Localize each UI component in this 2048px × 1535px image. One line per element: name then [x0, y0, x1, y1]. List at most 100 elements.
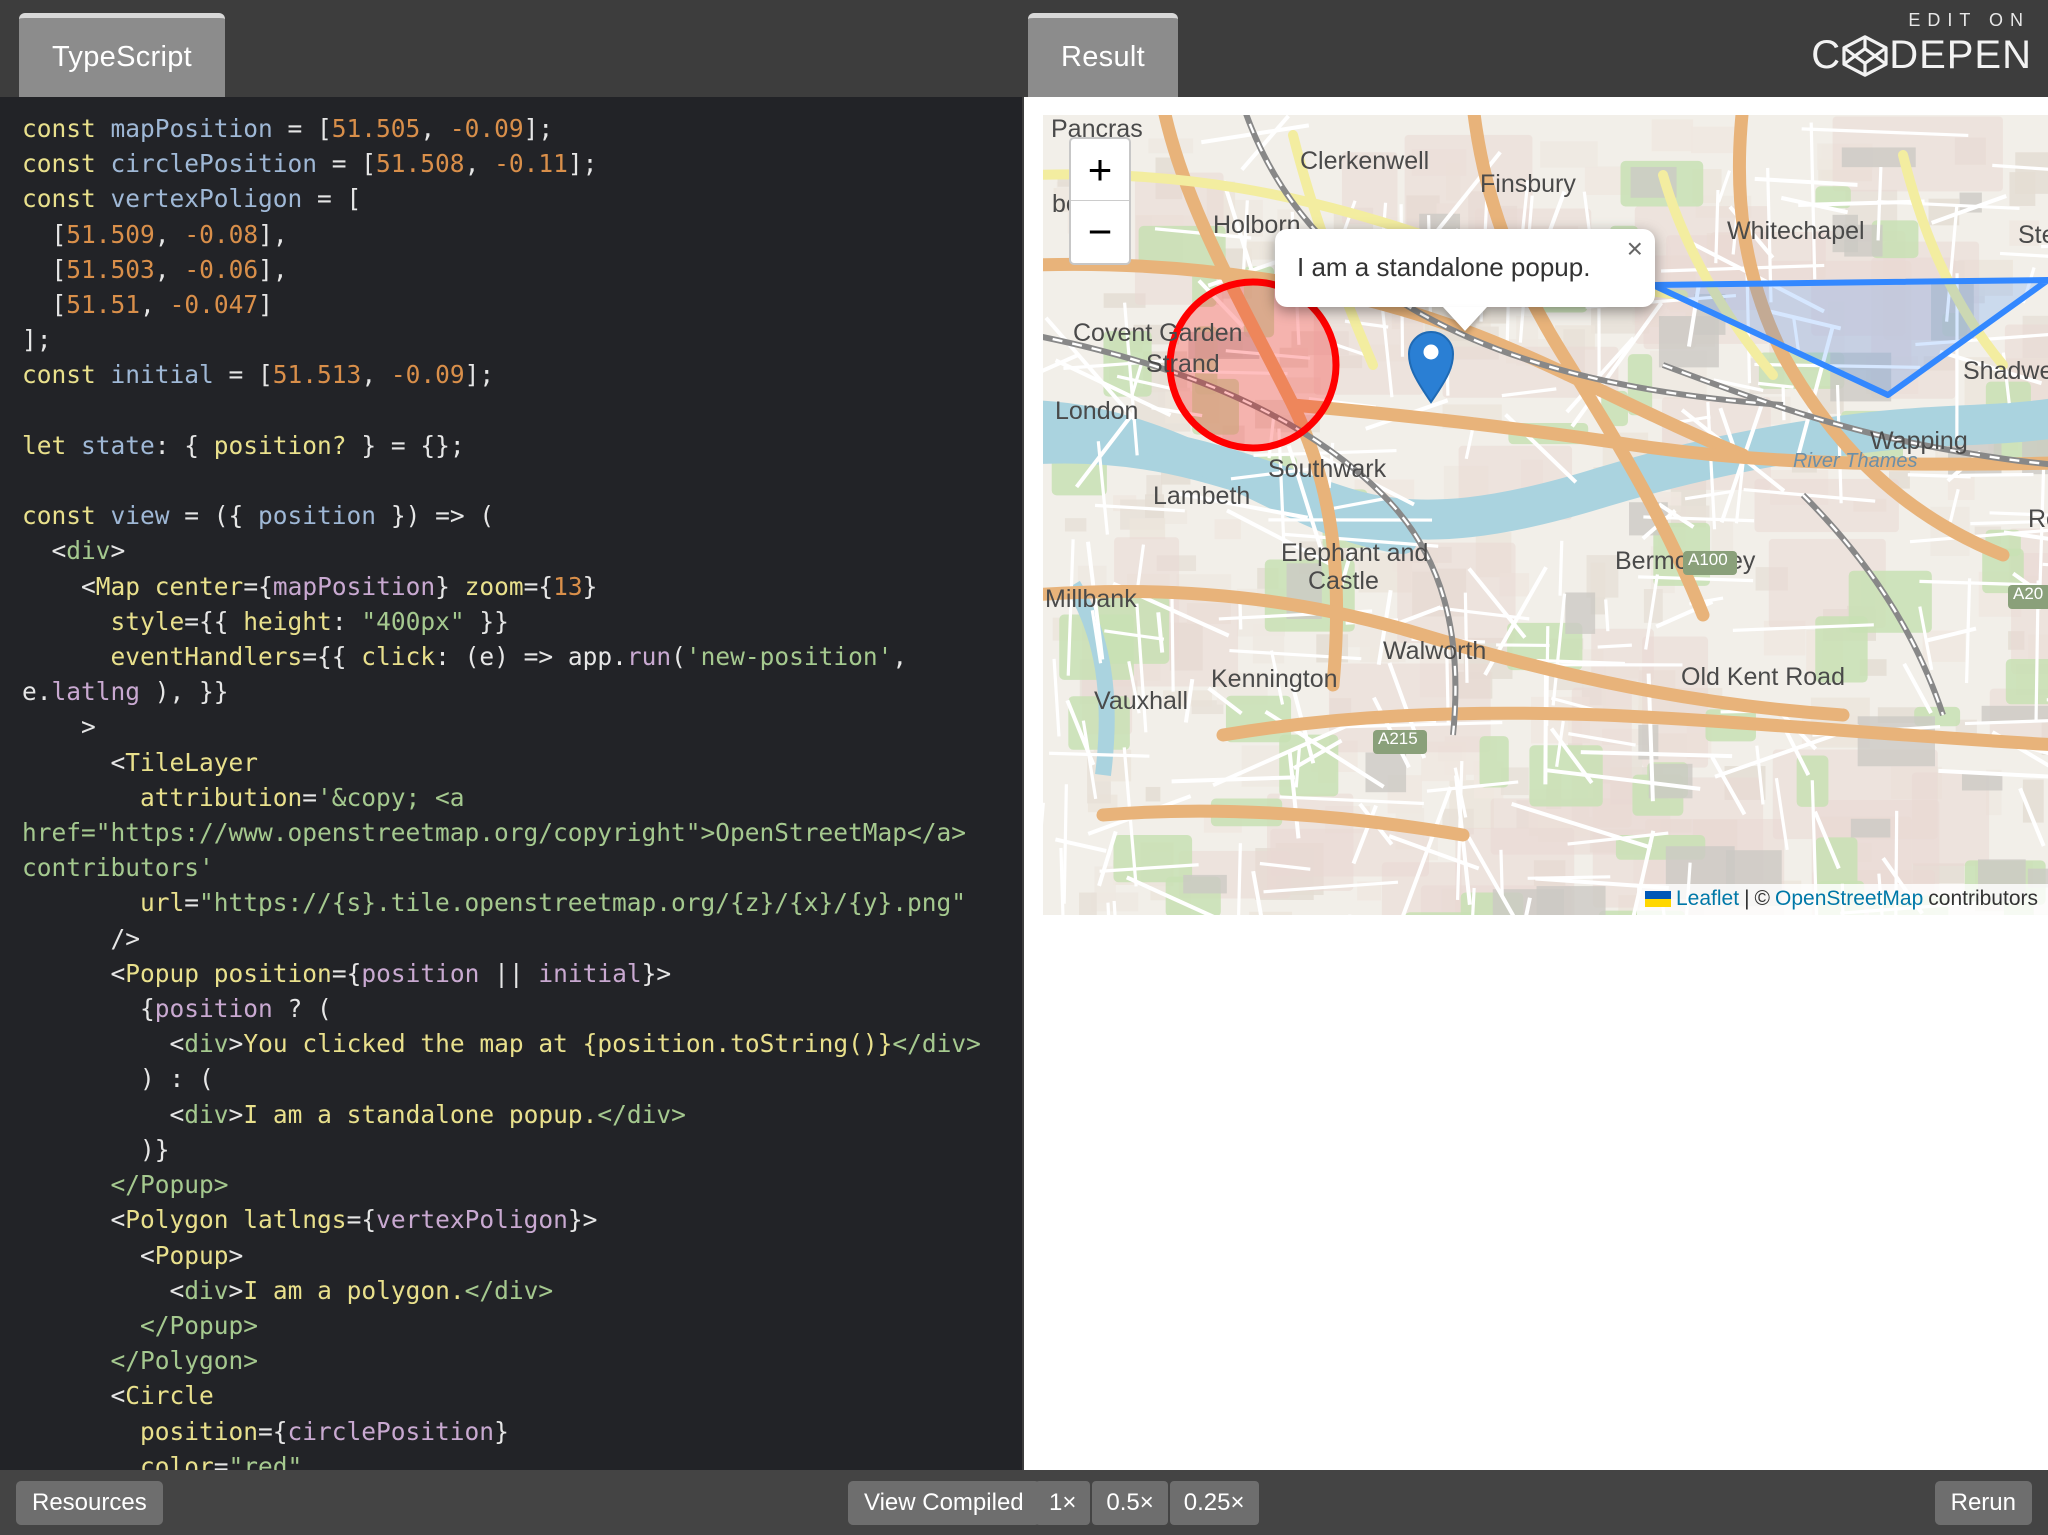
wordmark-prefix: C — [1811, 33, 1841, 78]
close-icon[interactable]: × — [1627, 235, 1643, 263]
code-line: e.latlng ), }} — [22, 674, 1002, 709]
code-line: eventHandlers={{ click: (e) => app.run('… — [22, 639, 1002, 674]
view-compiled-button[interactable]: View Compiled — [848, 1481, 1040, 1525]
code-line: attribution='&copy; <a — [22, 780, 1002, 815]
map-label: Castle — [1308, 567, 1379, 595]
map-label: London — [1055, 397, 1138, 425]
code-line: contributors' — [22, 850, 1002, 885]
zoom-0.25x-button[interactable]: 0.25× — [1170, 1481, 1259, 1525]
map-label: Clerkenwell — [1300, 147, 1429, 175]
map-label: Strand — [1146, 350, 1220, 378]
wordmark-suffix: DEPEN — [1889, 33, 2032, 78]
codepen-embed: TypeScript Result EDIT ON C — [0, 0, 2048, 1535]
openstreetmap-link[interactable]: OpenStreetMap — [1775, 887, 1923, 911]
code-line: href="https://www.openstreetmap.org/copy… — [22, 815, 1002, 850]
code-line: ) : ( — [22, 1061, 1002, 1096]
code-line: <div> — [22, 533, 1002, 568]
code-line: const mapPosition = [51.505, -0.09]; — [22, 111, 1002, 146]
code-line: [51.503, -0.06], — [22, 252, 1002, 287]
map-label: Finsbury — [1480, 170, 1576, 198]
popup-text: I am a standalone popup. — [1297, 252, 1590, 283]
code-line — [22, 463, 1002, 498]
edit-on-label: EDIT ON — [1908, 10, 2032, 31]
code-line: </Popup> — [22, 1167, 1002, 1202]
code-line: const view = ({ position }) => ( — [22, 498, 1002, 533]
code-line: const circlePosition = [51.508, -0.11]; — [22, 146, 1002, 181]
map-label: A20 — [2013, 584, 2043, 603]
top-bar: TypeScript Result EDIT ON C — [0, 0, 2048, 97]
code-line: > — [22, 709, 1002, 744]
tab-typescript-label: TypeScript — [52, 41, 192, 74]
attribution-separator: | — [1744, 887, 1749, 911]
code-line: style={{ height: "400px" }} — [22, 604, 1002, 639]
tab-typescript[interactable]: TypeScript — [19, 13, 225, 97]
map-label: Southwark — [1268, 455, 1387, 483]
popup-tip — [1443, 307, 1487, 331]
code-line: </Polygon> — [22, 1343, 1002, 1378]
code-line: [51.51, -0.047] — [22, 287, 1002, 322]
code-line: <Popup position={position || initial}> — [22, 956, 1002, 991]
code-line: let state: { position? } = {}; — [22, 428, 1002, 463]
code-line: )} — [22, 1132, 1002, 1167]
contributors-label: contributors — [1928, 887, 2038, 911]
map-label: Elephant and — [1281, 539, 1428, 567]
tab-result-label: Result — [1061, 41, 1145, 74]
map-label: Millbank — [1045, 585, 1137, 613]
code-content[interactable]: const mapPosition = [51.505, -0.09];cons… — [0, 97, 1022, 1470]
code-line: <div>I am a standalone popup.</div> — [22, 1097, 1002, 1132]
code-line: <TileLayer — [22, 745, 1002, 780]
map-label: Covent Garden — [1073, 319, 1243, 347]
zoom-1x-button[interactable]: 1× — [1035, 1481, 1090, 1525]
code-line: <Circle — [22, 1378, 1002, 1413]
zoom-scale-group: 1× 0.5× 0.25× — [1035, 1481, 1259, 1525]
main-split: const mapPosition = [51.505, -0.09];cons… — [0, 97, 2048, 1470]
code-line: ]; — [22, 322, 1002, 357]
code-line: position={circlePosition} — [22, 1414, 1002, 1449]
code-line: <Popup> — [22, 1238, 1002, 1273]
zoom-out-button[interactable]: − — [1071, 201, 1129, 263]
map-popup[interactable]: I am a standalone popup. × — [1275, 229, 1655, 331]
map-label: Old Kent Road — [1681, 663, 1845, 691]
codepen-wordmark: C DEPEN — [1811, 33, 2032, 78]
zoom-in-button[interactable]: + — [1071, 139, 1129, 201]
code-line: <div>I am a polygon.</div> — [22, 1273, 1002, 1308]
codepen-logo-icon — [1842, 35, 1888, 77]
map-label: Shadwe — [1963, 357, 2048, 385]
code-line: <Map center={mapPosition} zoom={13} — [22, 569, 1002, 604]
code-line: <Polygon latlngs={vertexPoligon}> — [22, 1202, 1002, 1237]
code-line: <div>You clicked the map at {position.to… — [22, 1026, 1002, 1061]
zoom-0.5x-button[interactable]: 0.5× — [1092, 1481, 1167, 1525]
popup-body: I am a standalone popup. × — [1275, 229, 1655, 307]
code-line: {position ? ( — [22, 991, 1002, 1026]
map-label: Whitechapel — [1727, 217, 1865, 245]
leaflet-link[interactable]: Leaflet — [1676, 887, 1739, 911]
code-editor-pane[interactable]: const mapPosition = [51.505, -0.09];cons… — [0, 97, 1024, 1470]
copyright-symbol: © — [1755, 887, 1770, 911]
codepen-brand[interactable]: EDIT ON C DEPEN — [1811, 10, 2032, 78]
code-line: url="https://{s}.tile.openstreetmap.org/… — [22, 885, 1002, 920]
map-attribution[interactable]: Leaflet | © OpenStreetMap contributors — [1637, 884, 2048, 915]
map-label: Lambeth — [1153, 482, 1250, 510]
code-line: /> — [22, 921, 1002, 956]
leaflet-map[interactable]: PancrasClerkenwellFinsburyWhitechapelSte… — [1043, 115, 2048, 915]
code-line: const initial = [51.513, -0.09]; — [22, 357, 1002, 392]
map-zoom-controls[interactable]: + − — [1069, 137, 1131, 265]
code-line: const vertexPoligon = [ — [22, 181, 1002, 216]
code-line: </Popup> — [22, 1308, 1002, 1343]
tab-result[interactable]: Result — [1028, 13, 1178, 97]
map-label: A100 — [1688, 550, 1728, 569]
bottom-bar: Resources View Compiled 1× 0.5× 0.25× Re… — [0, 1470, 2048, 1535]
map-label: Vauxhall — [1094, 687, 1188, 715]
resources-button[interactable]: Resources — [16, 1481, 163, 1525]
map-label: A215 — [1378, 729, 1418, 748]
rerun-button[interactable]: Rerun — [1935, 1481, 2032, 1525]
map-label: Walworth — [1383, 637, 1486, 665]
code-line: color="red" — [22, 1449, 1002, 1470]
ukraine-flag-icon — [1645, 891, 1671, 907]
code-line — [22, 393, 1002, 428]
code-line: [51.509, -0.08], — [22, 217, 1002, 252]
map-label: River Thames — [1793, 450, 1917, 472]
map-label: Kennington — [1211, 665, 1338, 693]
map-label: Ste — [2018, 221, 2048, 249]
map-label: Ro — [2028, 505, 2048, 533]
